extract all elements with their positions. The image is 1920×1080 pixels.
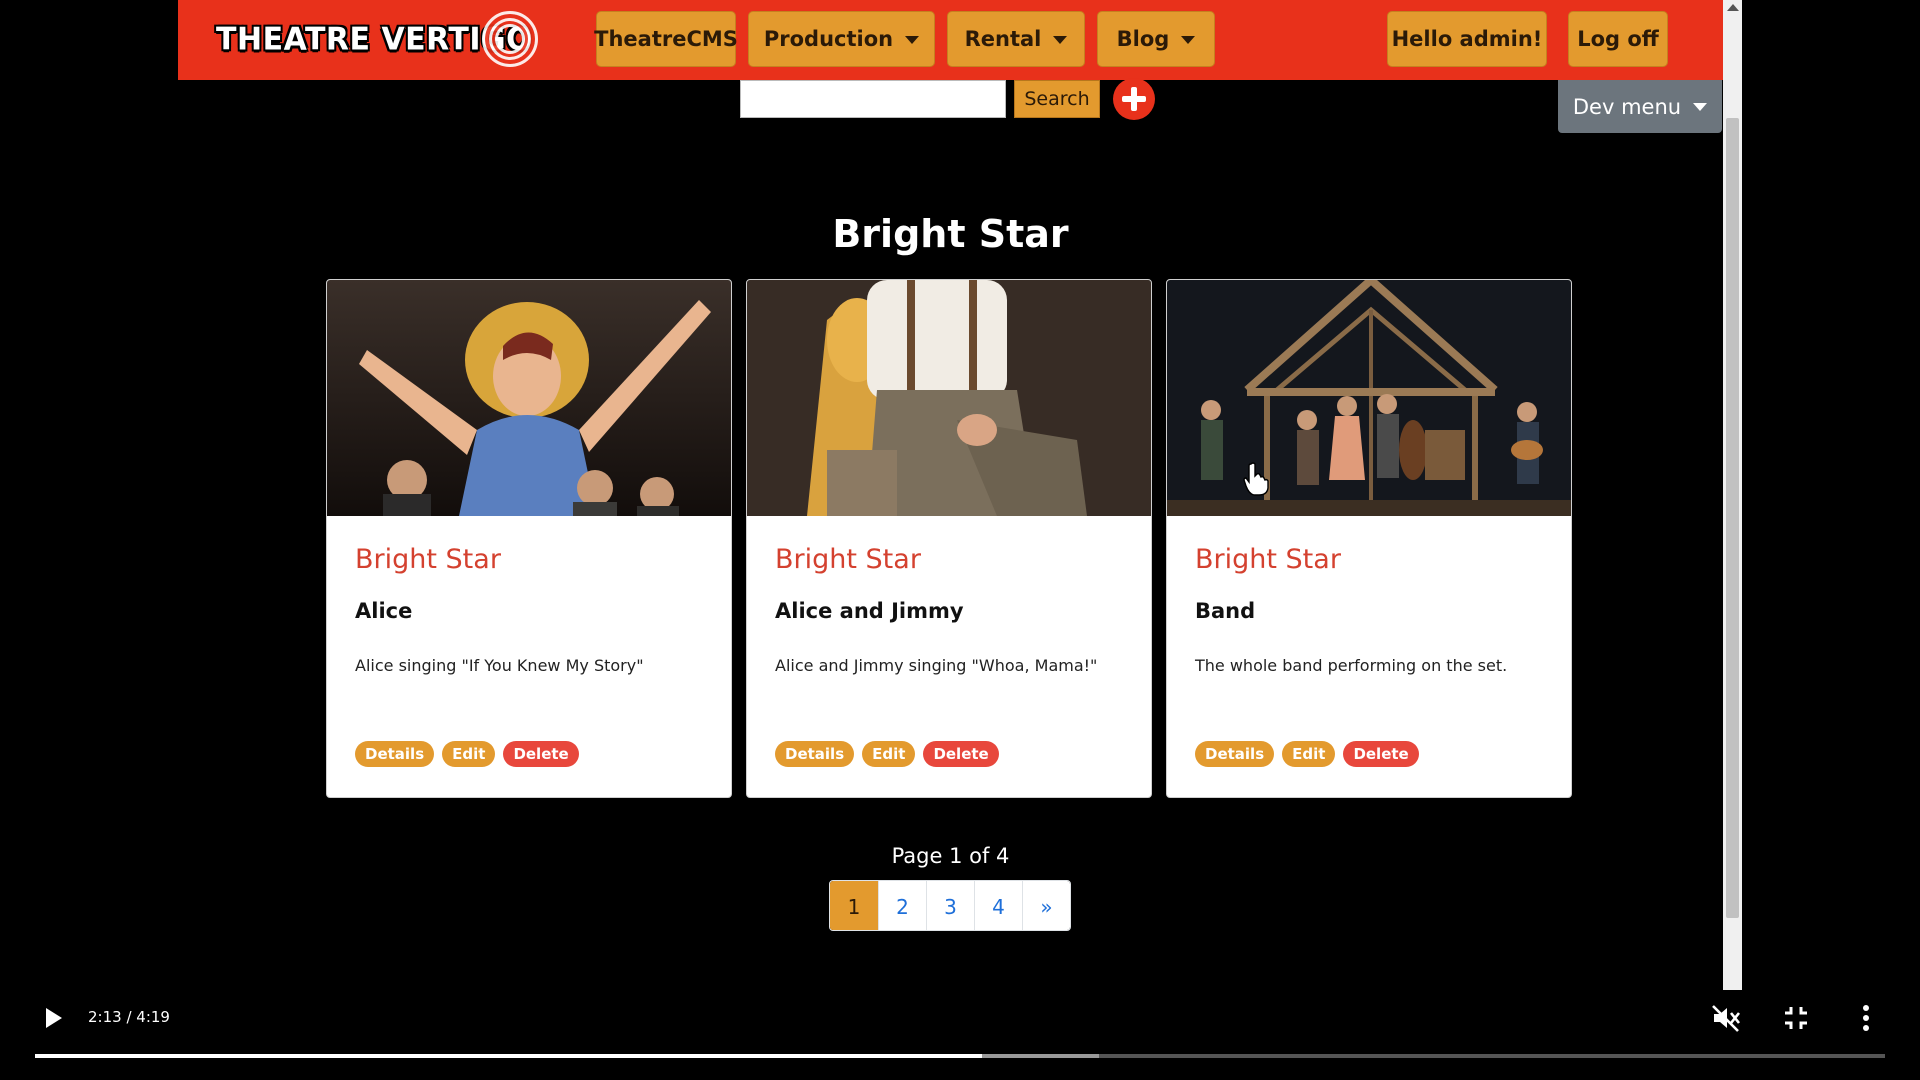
next-page-button[interactable]: » <box>1022 881 1070 930</box>
edit-button[interactable]: Edit <box>862 741 916 767</box>
progress-played <box>35 1054 983 1058</box>
log-off-button[interactable]: Log off <box>1568 11 1668 67</box>
logo-ring-icon <box>482 11 539 67</box>
caret-down-icon <box>905 36 920 44</box>
photo-alice-singing <box>327 280 731 516</box>
hand-cursor-icon <box>1243 462 1269 496</box>
pagination: 1 2 3 4 » <box>829 880 1071 931</box>
card-description: The whole band performing on the set. <box>1195 656 1508 675</box>
search-button-label: Search <box>1024 88 1090 110</box>
log-off-label: Log off <box>1577 27 1659 51</box>
nav-production-label: Production <box>763 27 894 51</box>
card-subtitle: Alice <box>355 599 413 623</box>
mute-icon[interactable] <box>1710 1004 1742 1032</box>
page-3-button[interactable]: 3 <box>926 881 974 930</box>
card-actions: Details Edit Delete <box>355 741 579 767</box>
video-player-controls <box>0 990 1920 1080</box>
play-icon[interactable] <box>46 1008 62 1028</box>
details-button[interactable]: Details <box>775 741 855 767</box>
search-button[interactable]: Search <box>1014 80 1100 118</box>
card-photo-alice-and-jimmy[interactable] <box>747 280 1151 516</box>
nav-blog-dropdown[interactable]: Blog <box>1097 11 1215 67</box>
greeting-label: Hello admin! <box>1391 27 1543 51</box>
caret-down-icon <box>1181 36 1196 44</box>
card-description: Alice and Jimmy singing "Whoa, Mama!" <box>775 656 1098 675</box>
time-readout: 2:13 / 4:19 <box>88 1008 170 1026</box>
nav-theatrecms-label: TheatreCMS <box>594 27 738 51</box>
scroll-up-arrow-icon[interactable] <box>1727 4 1739 11</box>
exit-fullscreen-icon[interactable] <box>1782 1004 1810 1032</box>
card-subtitle: Alice and Jimmy <box>775 599 964 623</box>
page-title: Bright Star <box>832 212 1069 256</box>
card-title[interactable]: Bright Star <box>775 544 921 575</box>
photo-alice-and-jimmy-singing <box>747 280 1151 516</box>
page-1-button[interactable]: 1 <box>830 881 878 930</box>
nav-blog-label: Blog <box>1116 27 1170 51</box>
details-button[interactable]: Details <box>355 741 435 767</box>
edit-button[interactable]: Edit <box>442 741 496 767</box>
card-actions: Details Edit Delete <box>1195 741 1419 767</box>
nav-production-dropdown[interactable]: Production <box>748 11 935 67</box>
vertical-scrollbar[interactable] <box>1723 0 1742 990</box>
card-subtitle: Band <box>1195 599 1256 623</box>
photo-card: Bright Star Alice Alice singing "If You … <box>326 279 732 798</box>
add-new-button[interactable] <box>1113 78 1155 120</box>
caret-down-icon <box>1693 102 1708 111</box>
video-progress-bar[interactable] <box>35 1054 1885 1058</box>
card-description: Alice singing "If You Knew My Story" <box>355 656 644 675</box>
hello-admin-link[interactable]: Hello admin! <box>1387 11 1547 67</box>
page-2-button[interactable]: 2 <box>878 881 926 930</box>
card-actions: Details Edit Delete <box>775 741 999 767</box>
card-title[interactable]: Bright Star <box>355 544 501 575</box>
dev-menu-label: Dev menu <box>1572 94 1682 119</box>
page-4-button[interactable]: 4 <box>974 881 1022 930</box>
delete-button[interactable]: Delete <box>923 741 999 767</box>
scroll-thumb[interactable] <box>1726 118 1739 918</box>
search-input[interactable] <box>740 80 1006 118</box>
card-photo-band[interactable] <box>1167 280 1571 516</box>
dev-menu-dropdown[interactable]: Dev menu <box>1558 80 1722 133</box>
navbar: THEATRE VERTIGO TheatreCMS Production Re… <box>178 0 1723 80</box>
more-vert-icon[interactable] <box>1856 1004 1876 1032</box>
nav-rental-dropdown[interactable]: Rental <box>947 11 1085 67</box>
nav-rental-label: Rental <box>964 27 1042 51</box>
card-photo-alice[interactable] <box>327 280 731 516</box>
caret-down-icon <box>1053 36 1068 44</box>
photo-card: Bright Star Alice and Jimmy Alice and Ji… <box>746 279 1152 798</box>
theatre-vertigo-logo[interactable]: THEATRE VERTIGO <box>216 11 539 67</box>
photo-band-on-set <box>1167 280 1571 516</box>
page-info: Page 1 of 4 <box>891 844 1010 868</box>
nav-theatrecms-button[interactable]: TheatreCMS <box>594 11 738 67</box>
edit-button[interactable]: Edit <box>1282 741 1336 767</box>
website-viewport: THEATRE VERTIGO TheatreCMS Production Re… <box>178 0 1742 990</box>
delete-button[interactable]: Delete <box>503 741 579 767</box>
card-title[interactable]: Bright Star <box>1195 544 1341 575</box>
plus-icon-vertical <box>1131 87 1137 111</box>
photo-card: Bright Star Band The whole band performi… <box>1166 279 1572 798</box>
details-button[interactable]: Details <box>1195 741 1275 767</box>
delete-button[interactable]: Delete <box>1343 741 1419 767</box>
